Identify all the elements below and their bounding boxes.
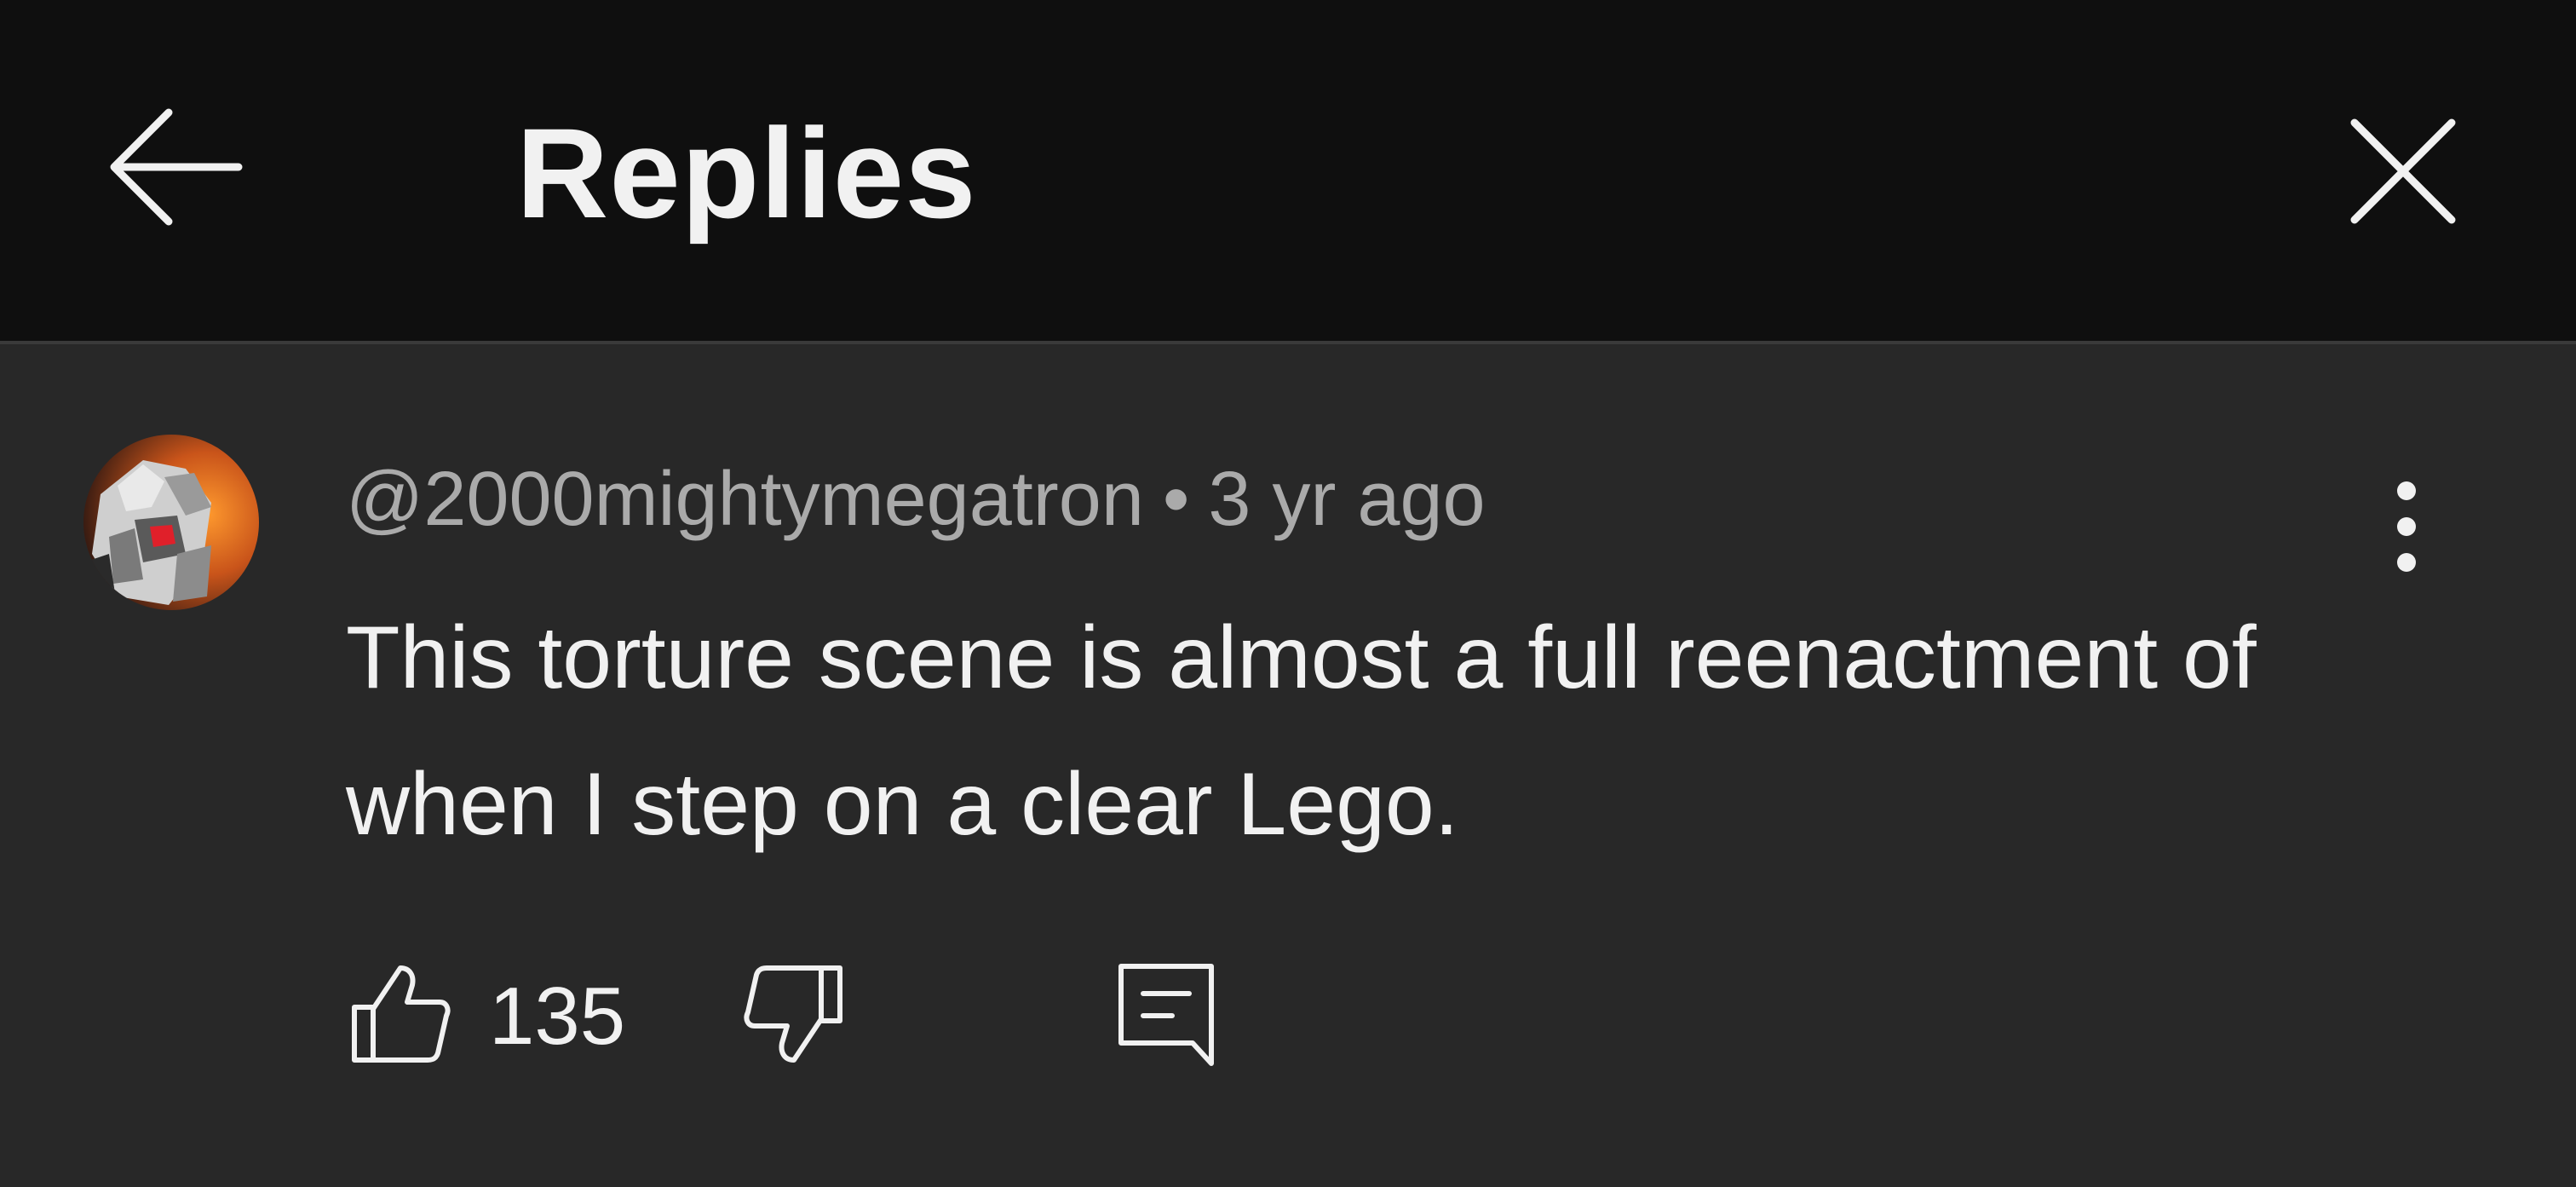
comment-author[interactable]: @2000mightymegatron: [346, 457, 1144, 542]
comment-text: This torture scene is almost a full reen…: [346, 608, 2257, 854]
back-button[interactable]: [101, 102, 245, 239]
close-icon: [2350, 118, 2456, 224]
like-button[interactable]: [344, 958, 455, 1069]
replies-panel: Replies @2000mightymegatron • 3 yr ago T…: [0, 0, 2576, 1187]
thumbs-down-icon: [744, 965, 842, 1063]
thumbs-up-icon: [352, 965, 451, 1063]
page-title: Replies: [516, 101, 977, 245]
close-button[interactable]: [2334, 104, 2470, 240]
avatar-image: [83, 435, 259, 610]
avatar[interactable]: [83, 435, 259, 610]
comment-meta: @2000mightymegatron • 3 yr ago: [346, 448, 1486, 550]
reply-comment-icon: [1118, 964, 1214, 1066]
comment-actions: 135: [344, 958, 1281, 1077]
comment-item: @2000mightymegatron • 3 yr ago This tortur…: [0, 344, 2576, 1187]
arrow-left-icon: [110, 108, 243, 226]
comment-timestamp[interactable]: 3 yr ago: [1208, 457, 1485, 542]
reply-button[interactable]: [1111, 958, 1222, 1069]
meta-separator: •: [1162, 457, 1190, 542]
like-count: 135: [489, 971, 626, 1062]
replies-header: Replies: [0, 0, 2576, 344]
dislike-button[interactable]: [739, 958, 850, 1069]
